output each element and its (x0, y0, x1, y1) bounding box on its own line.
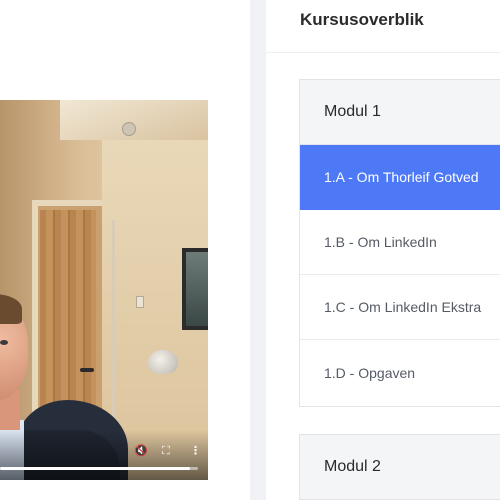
video-progress-fill (0, 467, 191, 470)
ceiling-fixture (122, 122, 136, 136)
module-1-header[interactable]: Modul 1 (300, 80, 500, 145)
person-eye (0, 340, 8, 345)
light-switch (136, 296, 144, 308)
page-title: Kursusoverblik (300, 10, 424, 29)
module-2-header[interactable]: Modul 2 (300, 435, 500, 500)
video-controls-bar (0, 430, 208, 480)
module-1-card: Modul 1 1.A - Om Thorleif Gotved 1.B - O… (299, 79, 500, 407)
wall-lamp (148, 350, 178, 374)
lesson-1b[interactable]: 1.B - Om LinkedIn (300, 210, 500, 275)
lesson-1c[interactable]: 1.C - Om LinkedIn Ekstra (300, 275, 500, 340)
lesson-1a[interactable]: 1.A - Om Thorleif Gotved (300, 145, 500, 210)
more-vertical-icon[interactable]: ⋮ (190, 445, 201, 457)
module-2-card: Modul 2 (299, 434, 500, 500)
video-player[interactable]: 🔇 ⛶ ⋮ (0, 100, 208, 480)
column-gutter (250, 0, 266, 500)
title-divider (266, 52, 500, 53)
picture (186, 252, 208, 326)
lesson-1d[interactable]: 1.D - Opgaven (300, 340, 500, 405)
fullscreen-icon[interactable]: ⛶ (162, 445, 170, 457)
video-ceiling (60, 100, 208, 140)
mute-icon[interactable]: 🔇 (134, 445, 148, 457)
door-handle (80, 368, 94, 372)
